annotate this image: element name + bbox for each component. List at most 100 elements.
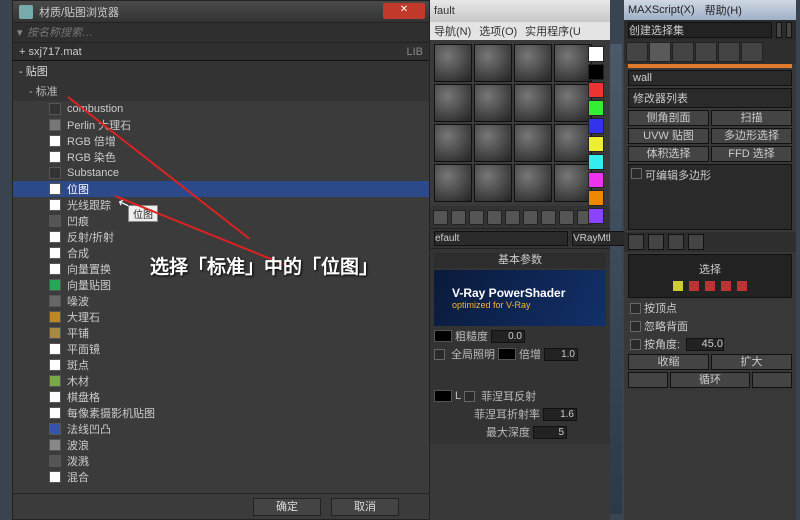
color-swatch[interactable] <box>498 348 516 360</box>
tool-icon[interactable] <box>469 210 484 225</box>
sample-slot[interactable] <box>474 44 512 82</box>
sample-slot[interactable] <box>434 84 472 122</box>
palette-swatch[interactable] <box>588 208 604 224</box>
menu-help[interactable]: 帮助(H) <box>705 2 742 18</box>
tool-icon[interactable] <box>433 210 448 225</box>
sample-slot[interactable] <box>514 84 552 122</box>
tool-icon[interactable] <box>487 210 502 225</box>
palette-swatch[interactable] <box>588 82 604 98</box>
rollout-title[interactable]: 基本参数 <box>434 253 606 268</box>
search-input[interactable] <box>27 27 425 39</box>
tab-motion[interactable] <box>695 42 717 62</box>
ring-next[interactable] <box>752 372 792 388</box>
mod-button[interactable]: 扫描 <box>711 110 792 126</box>
menu-util[interactable]: 实用程序(U <box>525 23 581 39</box>
palette-swatch[interactable] <box>588 64 604 80</box>
by-angle-checkbox[interactable] <box>630 339 641 350</box>
group-maps[interactable]: - 贴图 <box>13 61 429 81</box>
sample-slot[interactable] <box>554 44 592 82</box>
map-type-item[interactable]: 光线跟踪 <box>13 197 429 213</box>
tool-icon[interactable] <box>559 210 574 225</box>
tool-icon[interactable] <box>541 210 556 225</box>
tab-hierarchy[interactable] <box>672 42 694 62</box>
map-type-item[interactable]: 斑点 <box>13 357 429 373</box>
sample-slot[interactable] <box>514 124 552 162</box>
map-type-item[interactable]: 平铺 <box>13 325 429 341</box>
map-type-item[interactable]: 位图 <box>13 181 429 197</box>
shrink-button[interactable]: 收缩 <box>628 354 709 370</box>
map-type-item[interactable]: 木材 <box>13 373 429 389</box>
tool-icon[interactable] <box>505 210 520 225</box>
stack-item[interactable]: 可编辑多边形 <box>631 167 789 183</box>
library-path-row[interactable]: + sxj717.mat LIB <box>13 43 429 61</box>
fresnel-ior-input[interactable] <box>543 408 577 421</box>
sample-slot[interactable] <box>514 44 552 82</box>
palette-swatch[interactable] <box>588 100 604 116</box>
tool-icon[interactable] <box>523 210 538 225</box>
menu-nav[interactable]: 导航(N) <box>434 23 471 39</box>
tool-icon[interactable] <box>451 210 466 225</box>
tool-icon[interactable] <box>628 234 644 250</box>
map-type-item[interactable]: Perlin 大理石 <box>13 117 429 133</box>
mult-input[interactable] <box>544 348 578 361</box>
browser-titlebar[interactable]: 材质/贴图浏览器 ✕ <box>13 1 429 23</box>
ok-button[interactable]: 确定 <box>253 498 321 516</box>
border-icon[interactable] <box>705 281 715 291</box>
color-swatch[interactable] <box>434 390 452 402</box>
group-standard[interactable]: - 标准 <box>13 81 429 101</box>
color-swatch[interactable] <box>434 330 452 342</box>
palette-swatch[interactable] <box>588 118 604 134</box>
ring-button[interactable]: 循环 <box>670 372 750 388</box>
mateditor-titlebar[interactable]: fault <box>430 0 610 22</box>
tab-create[interactable] <box>626 42 648 62</box>
sample-slot[interactable] <box>554 124 592 162</box>
palette-swatch[interactable] <box>588 154 604 170</box>
sample-slot[interactable] <box>514 164 552 202</box>
palette-swatch[interactable] <box>588 46 604 62</box>
maxdepth-input[interactable] <box>533 426 567 439</box>
tool-icon[interactable] <box>688 234 704 250</box>
tool-icon[interactable] <box>776 22 782 38</box>
menu-maxscript[interactable]: MAXScript(X) <box>628 4 695 16</box>
palette-swatch[interactable] <box>588 172 604 188</box>
tool-icon[interactable] <box>668 234 684 250</box>
ignore-backfacing-checkbox[interactable] <box>630 321 641 332</box>
tab-utilities[interactable] <box>741 42 763 62</box>
map-type-item[interactable]: RGB 染色 <box>13 149 429 165</box>
map-type-item[interactable]: 波浪 <box>13 437 429 453</box>
sample-slot[interactable] <box>434 44 472 82</box>
map-type-item[interactable]: 大理石 <box>13 309 429 325</box>
sample-slot[interactable] <box>474 164 512 202</box>
mod-button[interactable]: UVW 贴图 <box>628 128 709 144</box>
tool-icon[interactable] <box>648 234 664 250</box>
map-type-item[interactable]: 混合 <box>13 469 429 485</box>
stack-toggle[interactable] <box>631 168 642 179</box>
mod-button[interactable]: 多边形选择 <box>711 128 792 144</box>
modifier-stack[interactable]: 可编辑多边形 <box>628 164 792 230</box>
by-angle-input[interactable] <box>686 338 724 351</box>
mod-button[interactable]: 侧角剖面 <box>628 110 709 126</box>
map-type-item[interactable]: 噪波 <box>13 293 429 309</box>
gi-checkbox[interactable] <box>434 349 445 360</box>
map-type-item[interactable]: Substance <box>13 165 429 181</box>
poly-icon[interactable] <box>721 281 731 291</box>
tab-modify[interactable] <box>649 42 671 62</box>
palette-swatch[interactable] <box>588 190 604 206</box>
material-type-button[interactable] <box>572 231 628 246</box>
edge-icon[interactable] <box>689 281 699 291</box>
fresnel-checkbox[interactable] <box>464 391 475 402</box>
mod-button[interactable]: 体积选择 <box>628 146 709 162</box>
sample-slot[interactable] <box>434 124 472 162</box>
grow-button[interactable]: 扩大 <box>711 354 792 370</box>
mod-button[interactable]: FFD 选择 <box>711 146 792 162</box>
element-icon[interactable] <box>737 281 747 291</box>
tool-icon[interactable] <box>786 22 792 38</box>
mateditor-menubar[interactable]: 导航(N) 选项(O) 实用程序(U <box>430 22 610 40</box>
map-type-item[interactable]: RGB 倍增 <box>13 133 429 149</box>
ring-prev[interactable] <box>628 372 668 388</box>
by-vertex-checkbox[interactable] <box>630 303 641 314</box>
tab-display[interactable] <box>718 42 740 62</box>
sample-slot[interactable] <box>434 164 472 202</box>
map-type-item[interactable]: 法线凹凸 <box>13 421 429 437</box>
selection-set-dropdown[interactable] <box>628 22 772 38</box>
